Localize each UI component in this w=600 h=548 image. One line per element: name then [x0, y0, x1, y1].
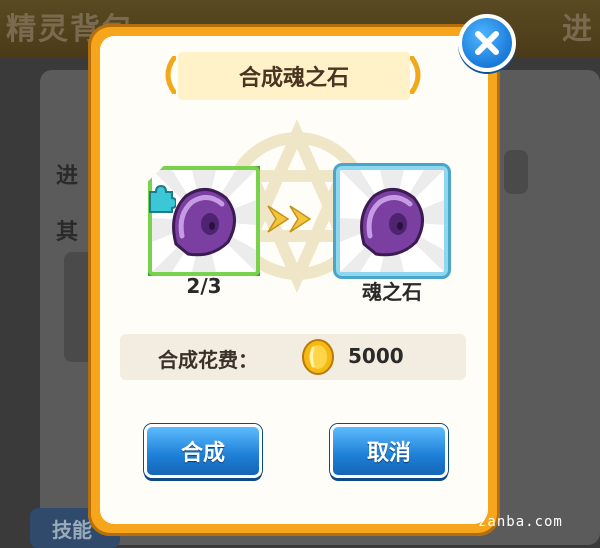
- soul-stone-icon: [360, 188, 424, 257]
- background-title-right: 进: [562, 12, 594, 47]
- soul-stone-fragment-icon: [172, 188, 236, 257]
- cost-bar: 合成花费： 5000: [120, 334, 466, 380]
- cancel-button[interactable]: 取消: [330, 424, 448, 478]
- gold-coin-icon: [302, 339, 334, 375]
- compose-dialog: 合成 魂之石 2/3 魂之石 合成花费： 5000 合成 取消: [88, 24, 500, 536]
- cost-amount: 5000: [348, 344, 404, 368]
- close-button[interactable]: [458, 14, 516, 72]
- background-scrollbar: [504, 150, 528, 194]
- title-bracket-right-icon: [410, 56, 421, 94]
- background-row-label: 其: [56, 220, 79, 245]
- target-item-slot[interactable]: [336, 166, 448, 276]
- target-item-name: 魂之石: [362, 280, 422, 304]
- dialog-title: 合成魂之石: [178, 52, 410, 100]
- close-icon: [475, 31, 499, 55]
- source-item-count: 2/3: [186, 274, 222, 298]
- source-item-slot[interactable]: [148, 166, 260, 276]
- background-row-label: 进: [56, 164, 79, 189]
- compose-button[interactable]: 合成: [144, 424, 262, 478]
- cost-label: 合成花费：: [158, 348, 258, 372]
- double-arrow-icon: [267, 205, 312, 233]
- title-bracket-left-icon: [165, 56, 176, 94]
- puzzle-piece-icon: [149, 184, 176, 213]
- watermark: zanba.com: [478, 514, 563, 530]
